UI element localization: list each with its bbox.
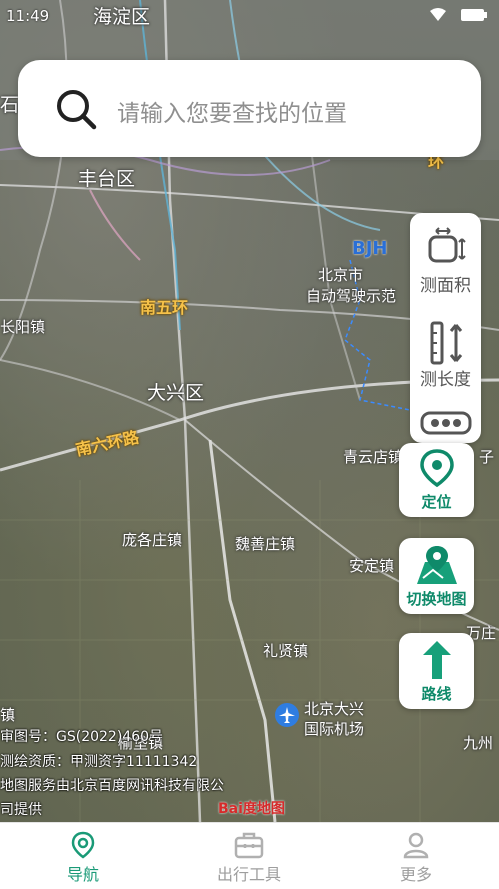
tab-more[interactable]: 更多: [356, 831, 476, 885]
status-time: 11:49: [6, 7, 50, 25]
battery-icon: [461, 9, 487, 21]
wifi-icon: [430, 8, 446, 21]
switch-map-button[interactable]: 切换地图: [399, 538, 474, 614]
toolbox-icon: [234, 832, 264, 859]
map-label-airport-1: 北京大兴: [304, 700, 365, 718]
map-label-lixian: 礼贤镇: [263, 642, 309, 660]
legal-service-2: 司提供: [0, 802, 42, 818]
map-label-airport-2: 国际机场: [304, 720, 365, 738]
map-label-qingyundian: 青云店镇: [343, 448, 404, 466]
tab-navigation[interactable]: 导航: [23, 831, 143, 885]
search-placeholder: 请输入您要查找的位置: [117, 101, 347, 127]
locate-button[interactable]: 定位: [399, 443, 474, 517]
map-label-weishanzhuang: 魏善庄镇: [235, 535, 296, 553]
map-label-daxing: 大兴区: [147, 382, 205, 404]
route-button[interactable]: 路线: [399, 633, 474, 709]
baidu-logo: Bai度地图: [218, 801, 285, 817]
search-bar[interactable]: 请输入您要查找的位置: [18, 60, 481, 157]
map-label-anding: 安定镇: [349, 557, 395, 575]
map-label-beijing-city: 北京市: [318, 266, 364, 284]
measure-length-button[interactable]: 测长度: [410, 321, 481, 390]
map-label-panggezhuang: 庞各庄镇: [122, 531, 183, 549]
more-dots-icon: [420, 411, 471, 435]
route-arrow-icon: [422, 641, 451, 679]
map-label-changyang: 长阳镇: [0, 318, 46, 336]
map-label-fengtai: 丰台区: [78, 168, 136, 190]
bottom-tab-bar: 导航 出行工具 更多: [0, 822, 499, 889]
airport-icon: [275, 703, 299, 727]
switch-map-label: 切换地图: [406, 590, 467, 608]
map-switch-icon: [416, 546, 457, 584]
measure-area-label: 测面积: [420, 276, 471, 296]
location-pin-icon: [419, 449, 454, 488]
legal-service: 地图服务由北京百度网讯科技有限公: [0, 778, 224, 794]
map-label-shi: 石: [0, 94, 20, 116]
map-label-nanwuhuan: 南五环: [140, 298, 189, 317]
locate-label: 定位: [421, 493, 452, 511]
measure-area-icon: [428, 227, 466, 263]
map-label-zhen: 镇: [0, 706, 16, 724]
bjh-logo: BJH: [352, 238, 388, 259]
tab-navigation-label: 导航: [66, 865, 99, 884]
measure-length-icon: [430, 321, 462, 365]
map-label-autodrive: 自动驾驶示范: [306, 287, 397, 305]
legal-approval: 审图号：GS(2022)460号: [0, 729, 164, 745]
person-icon: [403, 832, 429, 859]
measure-length-label: 测长度: [420, 370, 471, 390]
navigation-pin-icon: [71, 831, 95, 859]
route-label: 路线: [421, 685, 452, 703]
map-label-zi: 子: [479, 448, 495, 466]
map-label-jiuzhou: 九州: [463, 734, 494, 752]
search-icon: [57, 90, 97, 130]
measure-area-button[interactable]: 测面积: [410, 227, 481, 296]
tab-travel-tools[interactable]: 出行工具: [189, 831, 309, 885]
tab-more-label: 更多: [399, 865, 432, 884]
tab-travel-tools-label: 出行工具: [216, 865, 281, 884]
more-tools-button[interactable]: [410, 411, 481, 435]
legal-qualification: 测绘资质：甲测资字11111342: [0, 754, 198, 770]
measure-toolbox: 测面积 测长度: [410, 213, 481, 443]
status-bar: 11:49: [0, 0, 499, 32]
